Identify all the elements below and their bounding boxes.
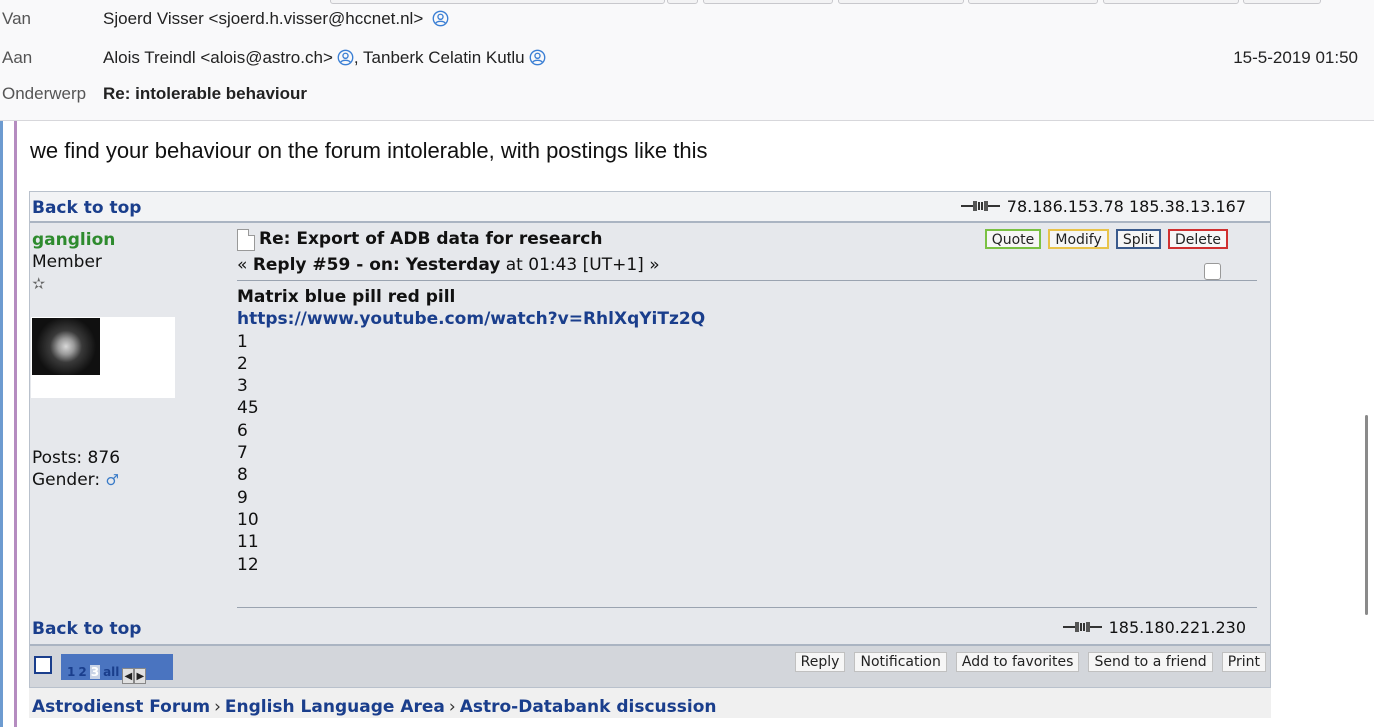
post-line: 11 <box>237 532 259 553</box>
post-link-line: https://www.youtube.com/watch?v=RhlXqYiT… <box>237 308 705 330</box>
modify-button[interactable]: Modify <box>1048 229 1109 249</box>
breadcrumb: Astrodienst Forum › English Language Area ›… <box>29 688 1271 718</box>
page-link-all[interactable]: all <box>103 665 119 679</box>
breadcrumb-forum[interactable]: Astrodienst Forum <box>32 697 210 717</box>
poster-gender: Gender: ♂ <box>32 470 119 490</box>
scroll-track[interactable] <box>1370 121 1374 727</box>
avatar <box>31 317 175 398</box>
ip-address-top: 78.186.153.78 185.38.13.167 <box>960 197 1246 216</box>
reply-button[interactable]: Reply <box>794 652 846 672</box>
contact-icon[interactable] <box>529 49 546 66</box>
window-edge <box>0 121 3 727</box>
post-title[interactable]: Re: Export of ADB data for research <box>259 229 602 249</box>
pagination: 1 2 3 all ◀ ▶ <box>61 654 173 684</box>
post-line: 1 <box>237 331 248 352</box>
topic-actions: Reply Notification Add to favorites Send… <box>791 651 1266 672</box>
ip-address-bottom-text: 185.180.221.230 <box>1108 618 1246 637</box>
divider <box>237 607 1257 608</box>
post-line: 3 <box>237 376 248 397</box>
meta-time: at 01:43 [UT+1] » <box>500 255 660 275</box>
scrollbar-thumb[interactable] <box>1365 415 1368 615</box>
poster-name[interactable]: ganglion <box>32 230 115 250</box>
from-value[interactable]: Sjoerd Visser <sjoerd.h.visser@hccnet.nl… <box>103 9 449 29</box>
to-separator: , <box>353 48 359 67</box>
back-to-top-link[interactable]: Back to top <box>32 198 141 218</box>
post-line: 12 <box>237 554 259 575</box>
post-line: 45 <box>237 398 259 419</box>
toolbar-button[interactable] <box>703 0 833 4</box>
send-to-friend-button[interactable]: Send to a friend <box>1088 652 1213 672</box>
toolbar-button[interactable] <box>330 0 665 4</box>
select-post-checkbox[interactable] <box>1204 263 1221 280</box>
post-meta: « Reply #59 - on: Yesterday at 01:43 [UT… <box>237 255 660 275</box>
subject-label: Onderwerp <box>2 84 87 103</box>
message-date: 15-5-2019 01:50 <box>1233 48 1358 67</box>
avatar-image <box>32 318 100 375</box>
post-line: 8 <box>237 465 248 486</box>
toolbar-button[interactable] <box>968 0 1098 4</box>
subject-value: Re: intolerable behaviour <box>103 84 308 103</box>
post-line: 2 <box>237 353 248 374</box>
quote-bar <box>14 121 17 727</box>
toolbar-dropdown[interactable] <box>667 0 698 4</box>
toolbar-button[interactable] <box>1243 0 1321 4</box>
reply-number[interactable]: Reply #59 - on: Yesterday <box>253 255 501 275</box>
post-line: 9 <box>237 487 248 508</box>
male-icon: ♂ <box>105 471 119 489</box>
poster-post-count: Posts: 876 <box>32 448 121 468</box>
print-button[interactable]: Print <box>1221 652 1266 672</box>
split-button[interactable]: Split <box>1115 229 1161 249</box>
moderation-buttons: Quote Modify Split Delete <box>983 229 1228 249</box>
poster-rank: Member <box>32 252 102 272</box>
post-line: 6 <box>237 420 248 441</box>
toolbar-button[interactable] <box>1103 0 1239 4</box>
post-footer-bar: 1 2 3 all ◀ ▶ Reply Notification Add to favor… <box>30 644 1270 687</box>
contact-icon[interactable] <box>337 49 354 66</box>
page-current-3: 3 <box>89 665 101 679</box>
ip-address-top-text: 78.186.153.78 185.38.13.167 <box>1006 197 1246 216</box>
message-intro: we find your behaviour on the forum into… <box>30 138 708 163</box>
toolbar-button[interactable] <box>838 0 964 4</box>
to-address-1[interactable]: Alois Treindl <alois@astro.ch> <box>103 48 333 67</box>
ip-icon <box>1062 622 1102 632</box>
gender-label: Gender: <box>32 470 101 490</box>
page-link-1[interactable]: 1 <box>67 665 75 679</box>
breadcrumb-english-area[interactable]: English Language Area <box>225 697 445 717</box>
forum-post: Back to top 78.186.153.78 185.38.13.167 … <box>29 191 1271 688</box>
breadcrumb-separator: › <box>214 697 221 717</box>
contact-icon[interactable] <box>432 10 449 27</box>
post-line: 10 <box>237 509 259 530</box>
breadcrumb-separator: › <box>448 697 456 717</box>
next-page-arrow-icon[interactable]: ▶ <box>134 668 147 684</box>
breadcrumb-adb-discussion[interactable]: Astro-Databank discussion <box>460 697 717 717</box>
notification-button[interactable]: Notification <box>854 652 947 672</box>
to-value[interactable]: Alois Treindl <alois@astro.ch>, Tanberk … <box>103 48 546 68</box>
document-icon <box>237 229 255 251</box>
delete-button[interactable]: Delete <box>1168 229 1228 249</box>
prev-page-arrow-icon[interactable]: ◀ <box>122 668 135 684</box>
ip-icon <box>960 201 1000 211</box>
back-to-top-link[interactable]: Back to top <box>32 619 141 639</box>
ip-address-bottom: 185.180.221.230 <box>1062 618 1246 637</box>
to-label: Aan <box>2 48 33 67</box>
youtube-link[interactable]: https://www.youtube.com/watch?v=RhlXqYiT… <box>237 309 705 329</box>
print-page-icon[interactable] <box>34 656 52 674</box>
post-line: 7 <box>237 443 248 464</box>
to-address-2[interactable]: Tanberk Celatin Kutlu <box>363 48 525 67</box>
mail-header: Van Sjoerd Visser <sjoerd.h.visser@hccne… <box>0 0 1374 121</box>
post-body: Matrix blue pill red pill https://www.yo… <box>237 286 705 576</box>
page-link-2[interactable]: 2 <box>78 665 86 679</box>
divider <box>237 280 1257 281</box>
post-topbar: Back to top 78.186.153.78 185.38.13.167 <box>30 192 1270 223</box>
from-label: Van <box>2 9 31 28</box>
post-heading: Matrix blue pill red pill <box>237 287 456 307</box>
from-address[interactable]: Sjoerd Visser <sjoerd.h.visser@hccnet.nl… <box>103 9 423 28</box>
add-to-favorites-button[interactable]: Add to favorites <box>955 652 1080 672</box>
meta-prefix: « <box>237 255 253 275</box>
quote-button[interactable]: Quote <box>984 229 1042 249</box>
rank-star-icon: ✫ <box>32 274 46 293</box>
